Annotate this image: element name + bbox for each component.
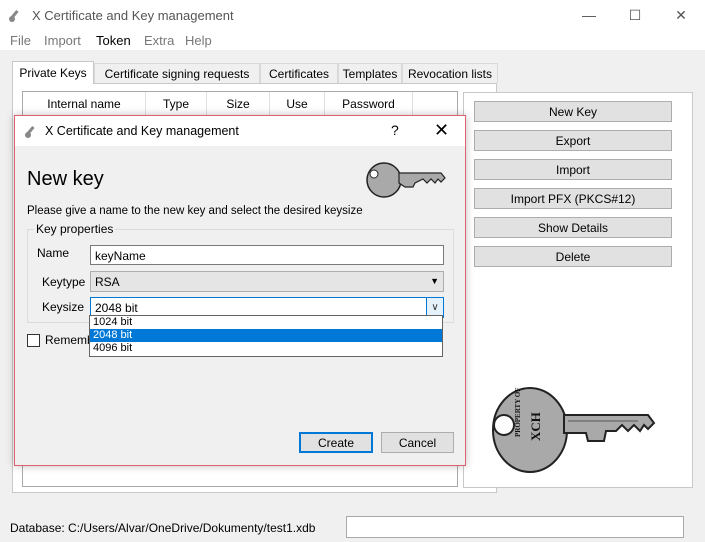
show-details-button[interactable]: Show Details [474,217,672,238]
tab-revocation-lists[interactable]: Revocation lists [402,63,498,83]
column-type[interactable]: Type [146,92,207,116]
tab-templates[interactable]: Templates [338,63,402,83]
column-size[interactable]: Size [207,92,270,116]
keytype-select[interactable]: RSA ▼ [90,271,444,292]
column-password[interactable]: Password [325,92,413,116]
key-app-icon [8,7,24,26]
tab-certificates[interactable]: Certificates [260,63,338,83]
minimize-icon[interactable]: — [566,0,612,30]
instruction-text: Please give a name to the new key and se… [27,205,363,217]
name-input[interactable]: keyName [90,245,444,265]
key-badge-large: XCH [528,412,543,441]
keysize-option-2048[interactable]: 2048 bit [90,329,442,342]
cancel-button[interactable]: Cancel [381,432,454,453]
keysize-dropdown-list: 1024 bit 2048 bit 4096 bit [89,315,443,357]
keysize-label: Keysize [42,300,85,314]
import-button[interactable]: Import [474,159,672,180]
maximize-icon[interactable]: ☐ [612,0,658,30]
column-internal-name[interactable]: Internal name [23,92,146,116]
keysize-option-4096[interactable]: 4096 bit [90,342,442,355]
menu-import[interactable]: Import [44,33,81,48]
delete-button[interactable]: Delete [474,246,672,267]
key-badge-small: PROPERTY OF [514,388,522,437]
key-app-icon [24,123,40,142]
new-key-dialog: X Certificate and Key management ? ✕ New… [14,115,466,466]
name-label: Name [37,246,70,260]
keytype-value: RSA [95,275,120,289]
keysize-value: 2048 bit [95,301,138,315]
group-title: Key properties [34,222,116,236]
dialog-title-bar: X Certificate and Key management ? ✕ [15,116,465,146]
dialog-heading: New key [27,168,104,190]
keytype-label: Keytype [42,275,86,289]
menu-bar: File Import Token Extra Help [0,30,705,50]
tab-private-keys[interactable]: Private Keys [12,61,94,84]
dialog-title: X Certificate and Key management [45,124,239,138]
status-field [346,516,684,538]
key-icon [366,162,446,198]
side-panel: New Key Export Import Import PFX (PKCS#1… [463,92,693,488]
dropdown-arrow-icon: ▼ [430,276,439,286]
tab-csr[interactable]: Certificate signing requests [94,63,260,83]
menu-extra[interactable]: Extra [144,33,174,48]
new-key-button[interactable]: New Key [474,101,672,122]
export-button[interactable]: Export [474,130,672,151]
import-pfx-button[interactable]: Import PFX (PKCS#12) [474,188,672,209]
column-use[interactable]: Use [270,92,325,116]
database-path: Database: C:/Users/Alvar/OneDrive/Dokume… [10,521,316,535]
remember-checkbox[interactable] [27,334,40,347]
title-bar: X Certificate and Key management — ☐ ✕ [0,0,705,30]
menu-file[interactable]: File [10,33,31,48]
menu-token[interactable]: Token [96,33,131,48]
status-bar: Database: C:/Users/Alvar/OneDrive/Dokume… [0,513,705,542]
keysize-option-1024[interactable]: 1024 bit [90,316,442,329]
window-title: X Certificate and Key management [32,8,234,23]
menu-help[interactable]: Help [185,33,212,48]
help-icon[interactable]: ? [391,122,399,138]
close-icon[interactable]: ✕ [658,0,704,30]
key-illustration-icon: PROPERTY OF XCH [492,387,656,473]
close-icon[interactable]: ✕ [434,120,449,141]
create-button[interactable]: Create [299,432,373,453]
